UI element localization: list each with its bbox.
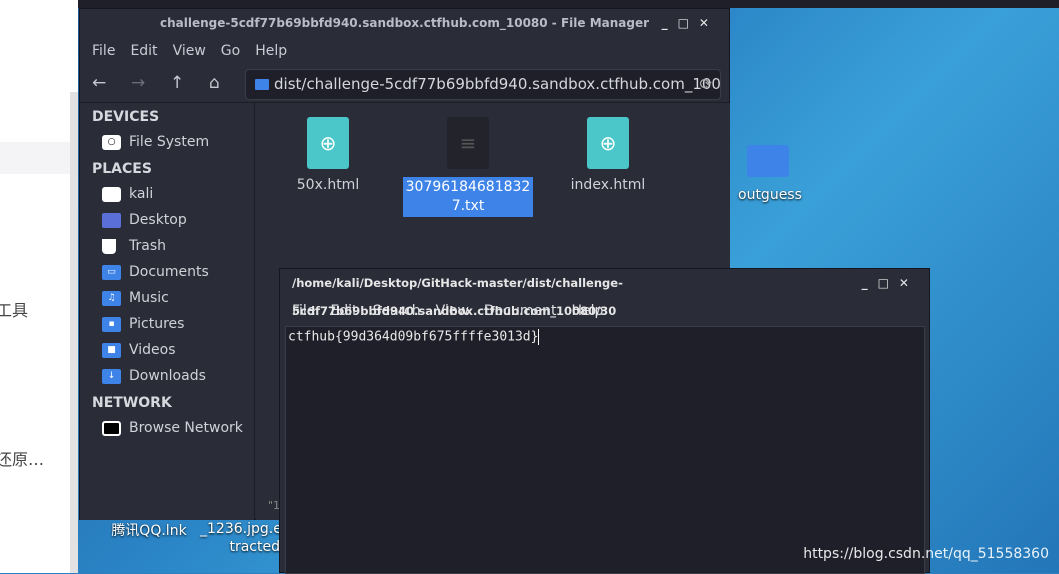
home-icon[interactable]: ⌂	[209, 73, 248, 93]
html-file-icon: ⊕	[587, 117, 629, 169]
menu-view[interactable]: View	[173, 43, 206, 59]
watermark: https://blog.csdn.net/qq_51558360	[803, 546, 1049, 562]
forward-arrow-icon[interactable]: →	[131, 73, 170, 93]
desktop-icon-jpg[interactable]: _1236.jpg.e tracted	[200, 520, 282, 556]
documents-folder-icon: ▭	[102, 264, 121, 280]
menu-file[interactable]: File	[92, 43, 115, 59]
address-bar[interactable]: dist/challenge-5cdf77b69bbfd940.sandbox.…	[245, 69, 721, 100]
back-arrow-icon[interactable]: ←	[92, 73, 131, 93]
music-folder-icon: ♫	[102, 290, 121, 306]
file-item[interactable]: ⊕ index.html	[543, 117, 673, 193]
sidebar-item-pictures[interactable]: ▪ Pictures	[80, 311, 254, 337]
text-cursor	[538, 329, 540, 345]
text-editor-window: /home/kali/Desktop/GitHack-master/dist/c…	[279, 268, 930, 574]
text-file-icon: ≡	[447, 117, 489, 169]
network-icon	[102, 420, 121, 436]
file-item[interactable]: ≡ 307961846818327.txt	[403, 117, 533, 217]
background-webpage: 工具 还原…	[0, 0, 78, 573]
sidebar-item-documents[interactable]: ▭ Documents	[80, 259, 254, 285]
folder-icon	[255, 79, 269, 90]
desktop-icon-outguess[interactable]: outguess	[738, 145, 802, 203]
text-area[interactable]: ctfhub{99d364d09bf675ffffe3013d}	[285, 326, 925, 574]
reload-icon[interactable]: ⟳	[699, 70, 712, 99]
page-text: 工具	[0, 301, 29, 320]
page-text: 还原…	[0, 450, 45, 469]
drive-icon: ○	[102, 134, 121, 150]
sidebar-item-music[interactable]: ♫ Music	[80, 285, 254, 311]
file-item[interactable]: ⊕ 50x.html	[263, 117, 393, 193]
sidebar-item-kali[interactable]: kali	[80, 181, 254, 207]
scrollbar[interactable]	[70, 92, 78, 573]
section-devices: DEVICES	[92, 109, 160, 125]
sidebar-item-filesystem[interactable]: ○ File System	[80, 129, 254, 155]
html-file-icon: ⊕	[307, 117, 349, 169]
menu-edit[interactable]: Edit	[130, 43, 157, 59]
videos-folder-icon: ■	[102, 342, 121, 358]
menubar: File Edit View Go Help	[80, 39, 729, 63]
desktop-icon-qq[interactable]: 腾讯QQ.lnk	[104, 520, 194, 540]
home-folder-icon	[102, 186, 121, 202]
downloads-folder-icon: ↓	[102, 368, 121, 384]
sidebar-item-videos[interactable]: ■ Videos	[80, 337, 254, 363]
section-network: NETWORK	[92, 395, 172, 411]
sidebar-item-browse-network[interactable]: Browse Network	[80, 415, 254, 441]
desktop-folder-icon	[102, 212, 121, 228]
window-controls[interactable]: _□✕	[862, 269, 919, 297]
folder-icon	[747, 145, 789, 177]
pictures-folder-icon: ▪	[102, 316, 121, 332]
sidebar: DEVICES ○ File System PLACES kali Desktop…	[80, 103, 255, 520]
trash-icon	[102, 238, 116, 254]
taskbar	[78, 0, 1059, 8]
window-controls[interactable]: _□✕	[662, 9, 719, 37]
highlight-row	[0, 142, 70, 174]
sidebar-item-downloads[interactable]: ↓ Downloads	[80, 363, 254, 389]
section-places: PLACES	[92, 161, 152, 177]
up-arrow-icon[interactable]: ↑	[170, 73, 209, 93]
window-title: challenge-5cdf77b69bbfd940.sandbox.ctfhu…	[80, 9, 729, 39]
menu-go[interactable]: Go	[221, 43, 240, 59]
menu-help[interactable]: Help	[255, 43, 287, 59]
sidebar-item-desktop[interactable]: Desktop	[80, 207, 254, 233]
sidebar-item-trash[interactable]: Trash	[80, 233, 254, 259]
window-title: /home/kali/Desktop/GitHack-master/dist/c…	[280, 269, 929, 318]
